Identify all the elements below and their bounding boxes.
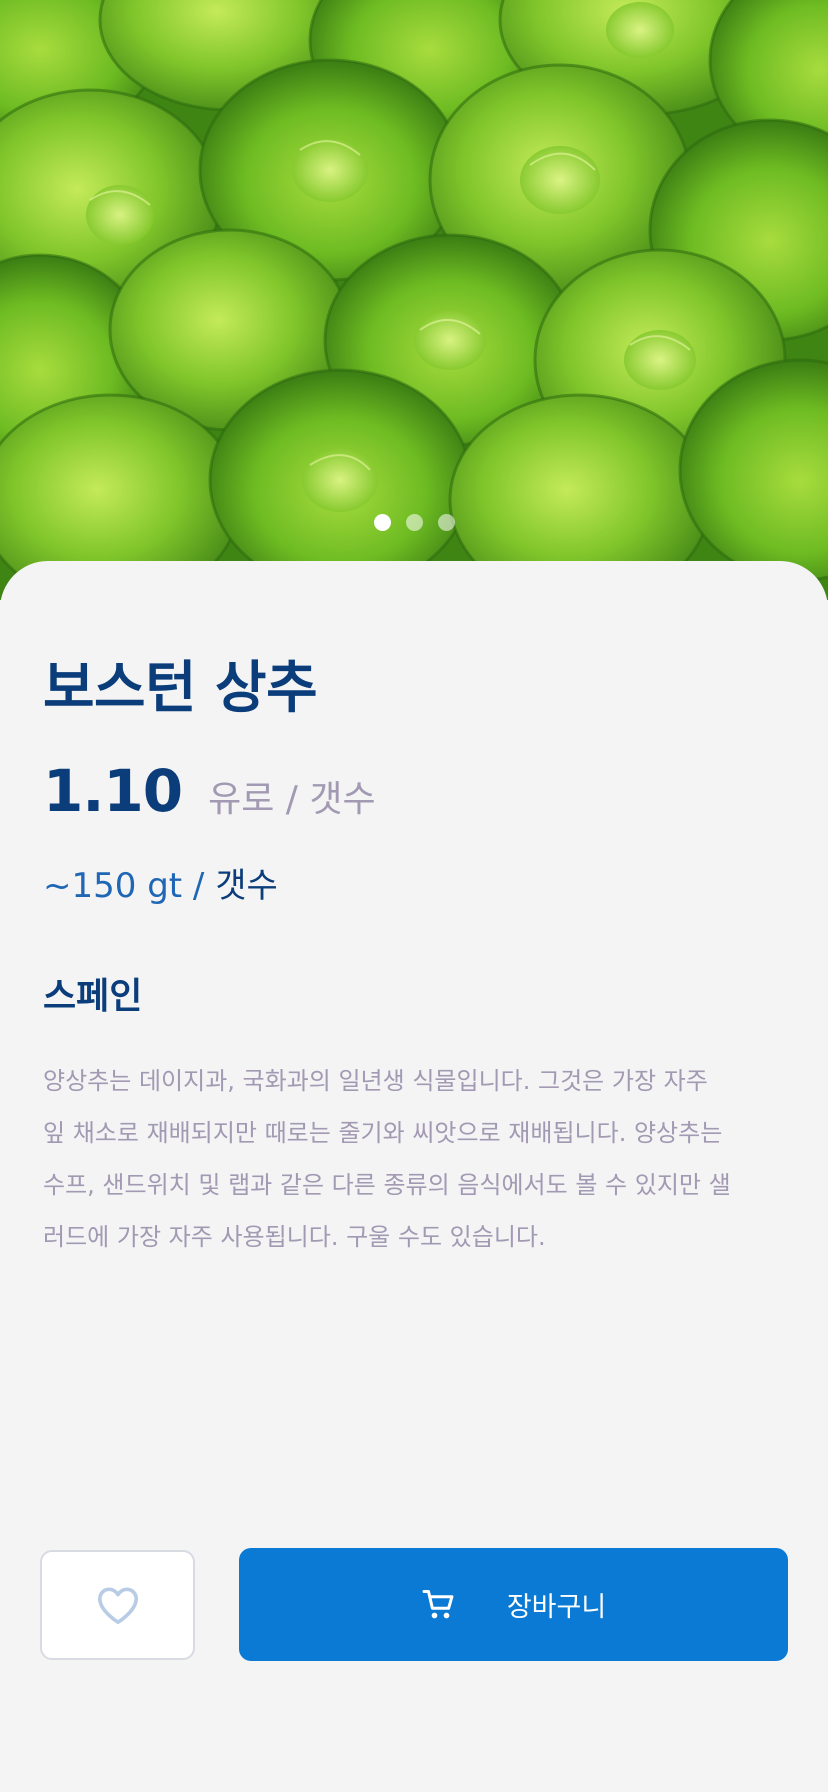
carousel-dot[interactable] — [437, 514, 455, 531]
cart-icon — [421, 1587, 457, 1623]
product-description: 양상추는 데이지과, 국화과의 일년생 식물입니다. 그것은 가장 자주 잎 채… — [43, 1067, 731, 1251]
product-price: 1.10 — [43, 757, 183, 825]
product-weight: ~150 gt / 갯수 — [43, 858, 278, 907]
add-to-cart-button[interactable]: 장바구니 — [239, 1548, 788, 1661]
weight-per-unit: 갯수 — [215, 866, 278, 906]
product-origin: 스페인 — [43, 976, 143, 1017]
price-row: 1.10 유로 / 갯수 — [43, 757, 376, 825]
price-unit: 유로 / 갯수 — [208, 779, 376, 820]
product-image-carousel[interactable] — [0, 0, 828, 600]
heart-outline-icon — [97, 1587, 138, 1625]
carousel-dot[interactable] — [373, 514, 391, 531]
product-detail-screen: 보스턴 상추 1.10 유로 / 갯수 ~150 gt / 갯수 스페인 양상추… — [0, 0, 828, 1792]
product-info-sheet: 보스턴 상추 1.10 유로 / 갯수 ~150 gt / 갯수 스페인 양상추… — [0, 561, 828, 1792]
add-to-cart-label: 장바구니 — [506, 1592, 607, 1623]
lettuce-photo — [0, 0, 828, 600]
carousel-indicator — [0, 514, 828, 531]
carousel-dot[interactable] — [405, 514, 423, 531]
product-title: 보스턴 상추 — [43, 656, 318, 721]
weight-value: ~150 gt / — [43, 866, 205, 906]
favorite-button[interactable] — [40, 1550, 195, 1660]
